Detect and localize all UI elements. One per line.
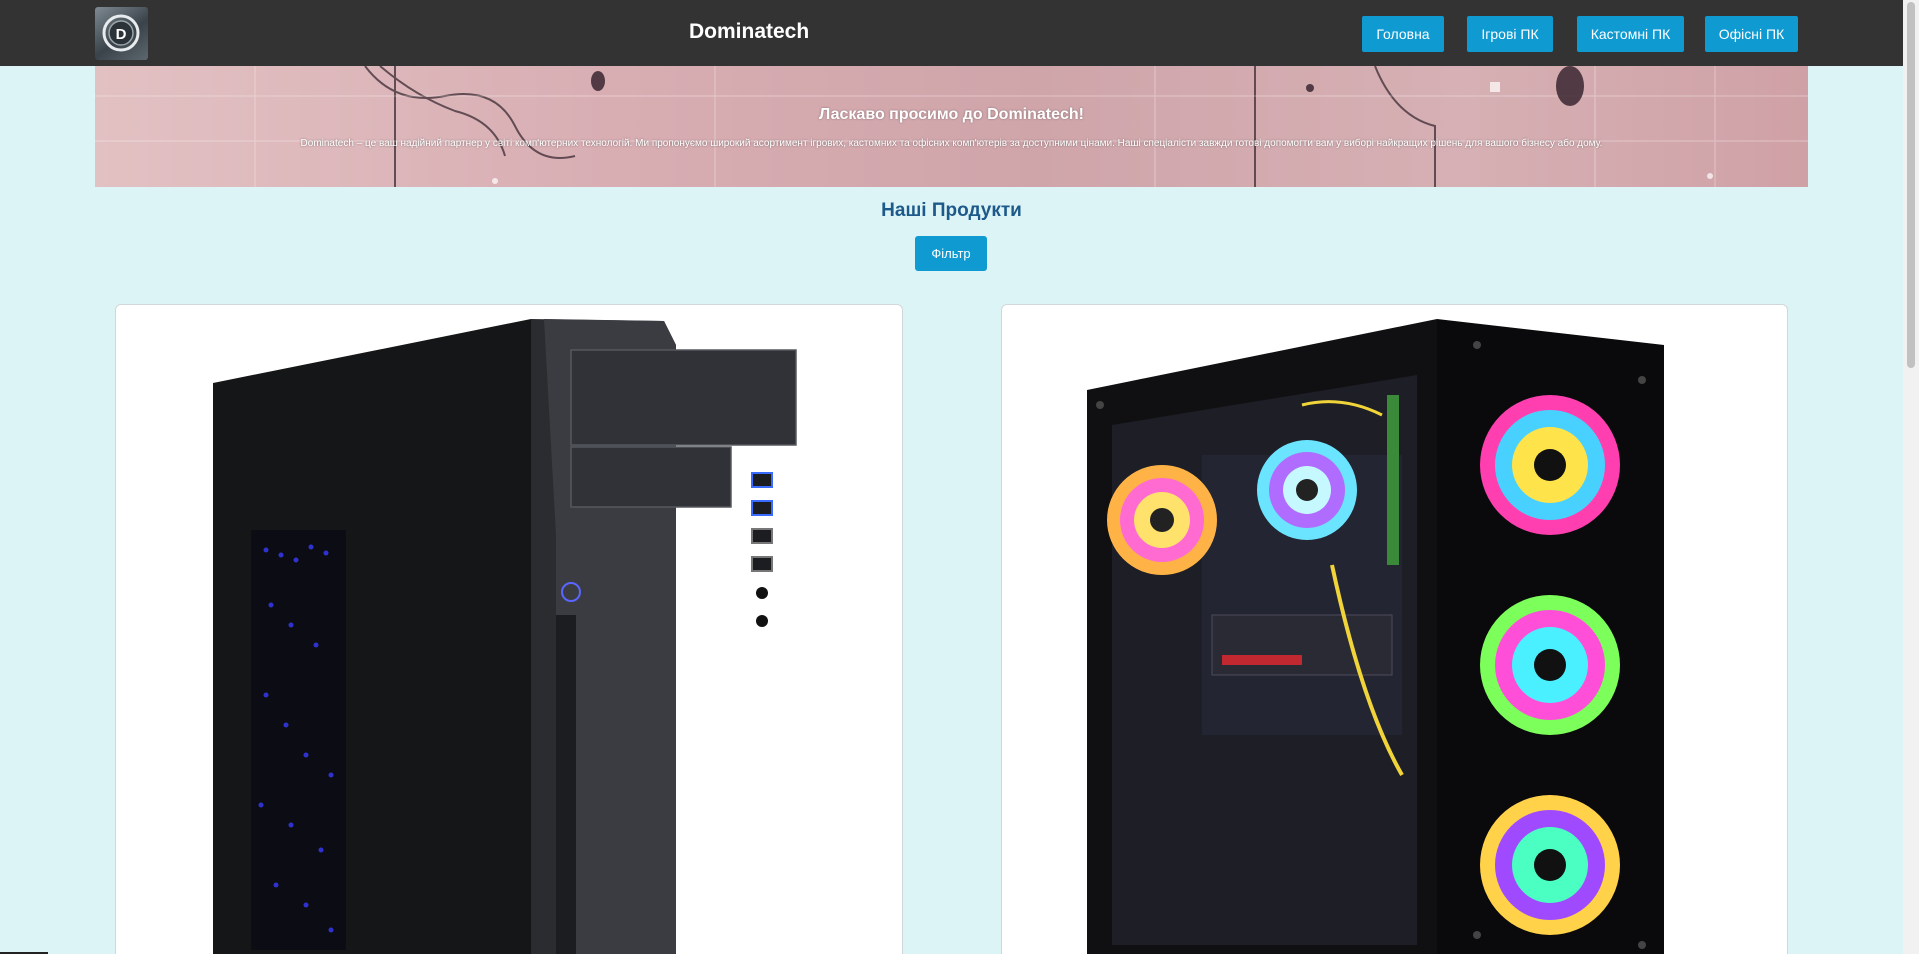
nav-home-button[interactable]: Головна bbox=[1362, 16, 1444, 52]
front-ports bbox=[751, 472, 773, 627]
hero-banner: Ласкаво просимо до Dominatech! Dominatec… bbox=[95, 66, 1808, 187]
products-heading: Наші Продукти bbox=[881, 200, 1022, 221]
nav-gaming-pc-button[interactable]: Ігрові ПК bbox=[1467, 16, 1553, 52]
scrollbar-thumb[interactable] bbox=[1907, 2, 1915, 368]
logo-icon: D bbox=[102, 14, 140, 52]
hero-title: Ласкаво просимо до Dominatech! bbox=[818, 106, 1085, 123]
side-vent bbox=[251, 530, 346, 950]
svg-text:D: D bbox=[116, 26, 127, 43]
page-scrollbar[interactable] bbox=[1903, 0, 1919, 954]
site-header: D Dominatech Головна Ігрові ПК Кастомні … bbox=[0, 0, 1903, 66]
hero-description: Dominatech – це ваш надійний партнер у с… bbox=[300, 138, 1603, 149]
hero-background-art bbox=[95, 66, 1808, 187]
brand-name: Dominatech bbox=[689, 20, 810, 43]
product-card-office-pc[interactable] bbox=[115, 304, 903, 954]
logo[interactable]: D bbox=[95, 7, 148, 60]
product-image-rgb-case bbox=[1087, 319, 1664, 954]
nav-office-pc-button[interactable]: Офісні ПК bbox=[1705, 16, 1798, 52]
product-card-gaming-pc[interactable] bbox=[1001, 304, 1788, 954]
nav-custom-pc-button[interactable]: Кастомні ПК bbox=[1577, 16, 1684, 52]
filter-button[interactable]: Фільтр bbox=[915, 236, 987, 271]
front-rgb-fans bbox=[1480, 395, 1620, 935]
product-image-office-case bbox=[213, 319, 797, 954]
